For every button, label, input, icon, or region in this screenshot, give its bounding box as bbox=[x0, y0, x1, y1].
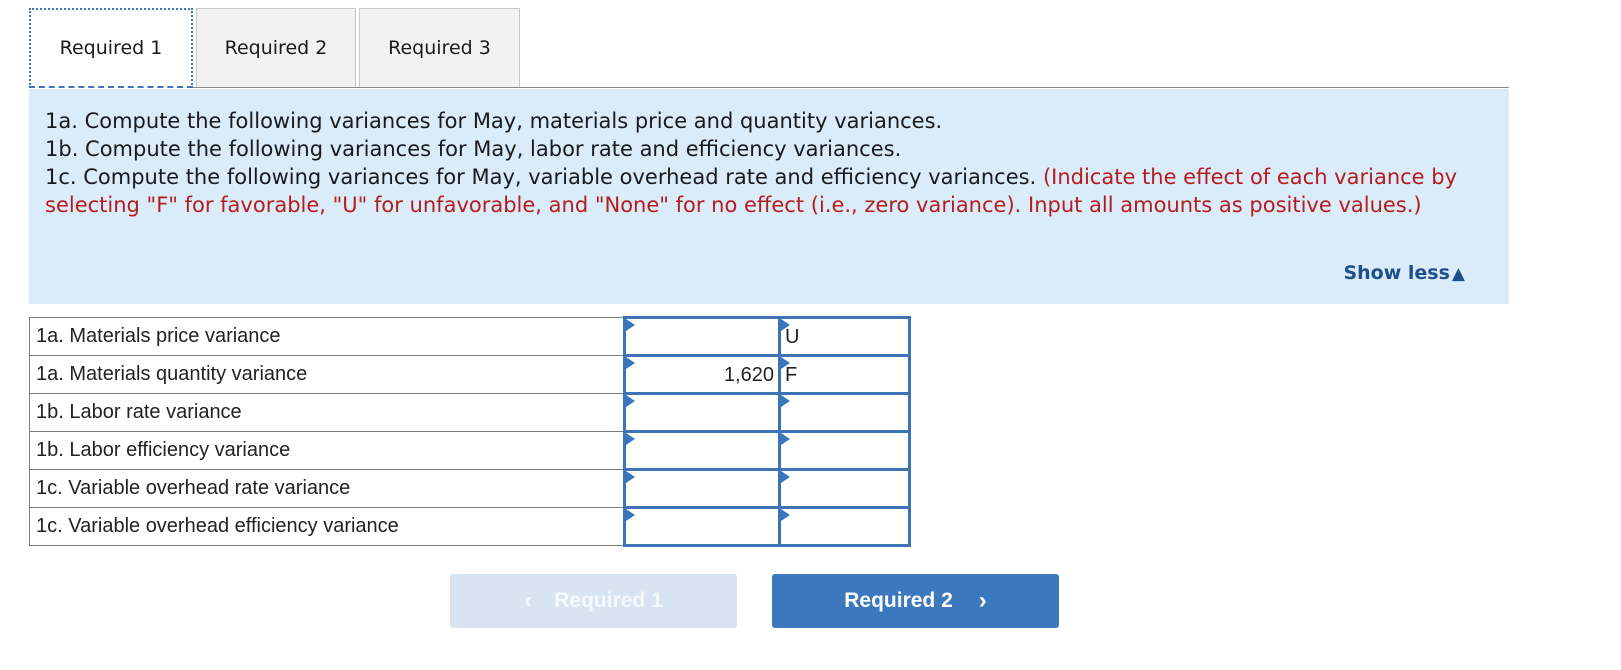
input-flag-icon bbox=[781, 471, 790, 483]
prev-button-label: Required 1 bbox=[554, 589, 663, 612]
amount-input[interactable] bbox=[626, 319, 778, 354]
input-flag-icon bbox=[626, 357, 635, 369]
table-row: 1c. Variable overhead efficiency varianc… bbox=[29, 506, 911, 547]
input-flag-icon bbox=[626, 433, 635, 445]
effect-cell bbox=[778, 316, 911, 357]
effect-select[interactable] bbox=[781, 509, 908, 544]
tab-required-1[interactable]: Required 1 bbox=[29, 8, 193, 88]
triangle-up-icon: ▲ bbox=[1451, 264, 1465, 284]
prev-required-button[interactable]: ‹ Required 1 bbox=[450, 574, 737, 628]
table-row: 1b. Labor efficiency variance bbox=[29, 430, 911, 471]
effect-select[interactable] bbox=[781, 319, 908, 354]
instruction-1a: 1a. Compute the following variances for … bbox=[45, 109, 943, 133]
amount-input[interactable] bbox=[626, 395, 778, 430]
row-label: 1a. Materials price variance bbox=[29, 317, 625, 356]
table-row: 1a. Materials quantity variance bbox=[29, 354, 911, 395]
amount-input[interactable] bbox=[626, 357, 778, 392]
amount-cell bbox=[623, 468, 781, 509]
chevron-left-icon: ‹ bbox=[524, 587, 533, 614]
row-label: 1b. Labor rate variance bbox=[29, 393, 625, 432]
next-required-button[interactable]: Required 2 › bbox=[772, 574, 1059, 628]
tab-divider bbox=[193, 87, 1509, 88]
effect-select[interactable] bbox=[781, 357, 908, 392]
input-flag-icon bbox=[781, 433, 790, 445]
amount-cell bbox=[623, 430, 781, 471]
tab-required-3[interactable]: Required 3 bbox=[359, 8, 520, 88]
input-flag-icon bbox=[626, 509, 635, 521]
effect-cell bbox=[778, 506, 911, 547]
input-flag-icon bbox=[781, 395, 790, 407]
table-row: 1c. Variable overhead rate variance bbox=[29, 468, 911, 509]
row-label: 1b. Labor efficiency variance bbox=[29, 431, 625, 470]
variance-answer-table: 1a. Materials price variance 1a. Materia… bbox=[29, 316, 911, 547]
amount-cell bbox=[623, 354, 781, 395]
input-flag-icon bbox=[626, 471, 635, 483]
amount-input[interactable] bbox=[626, 509, 778, 544]
input-flag-icon bbox=[626, 395, 635, 407]
chevron-right-icon: › bbox=[978, 587, 987, 614]
table-row: 1a. Materials price variance bbox=[29, 316, 911, 357]
effect-cell bbox=[778, 468, 911, 509]
input-flag-icon bbox=[781, 357, 790, 369]
instruction-1c-text: 1c. Compute the following variances for … bbox=[45, 165, 1037, 189]
instructions-panel: 1a. Compute the following variances for … bbox=[29, 89, 1509, 304]
input-flag-icon bbox=[781, 319, 790, 331]
row-label: 1c. Variable overhead rate variance bbox=[29, 469, 625, 508]
effect-select[interactable] bbox=[781, 471, 908, 506]
amount-cell bbox=[623, 316, 781, 357]
tab-required-2[interactable]: Required 2 bbox=[196, 8, 356, 88]
instruction-1b: 1b. Compute the following variances for … bbox=[45, 137, 902, 161]
input-flag-icon bbox=[781, 509, 790, 521]
row-label: 1a. Materials quantity variance bbox=[29, 355, 625, 394]
next-button-label: Required 2 bbox=[844, 589, 953, 612]
effect-cell bbox=[778, 430, 911, 471]
amount-input[interactable] bbox=[626, 433, 778, 468]
instruction-1c: 1c. Compute the following variances for … bbox=[45, 163, 1493, 219]
input-flag-icon bbox=[626, 319, 635, 331]
row-label: 1c. Variable overhead efficiency varianc… bbox=[29, 507, 625, 546]
effect-select[interactable] bbox=[781, 433, 908, 468]
amount-input[interactable] bbox=[626, 471, 778, 506]
show-less-label: Show less bbox=[1343, 262, 1450, 284]
amount-cell bbox=[623, 392, 781, 433]
amount-cell bbox=[623, 506, 781, 547]
effect-cell bbox=[778, 392, 911, 433]
tab-bar: Required 1 Required 2 Required 3 bbox=[29, 8, 520, 88]
show-less-link[interactable]: Show less ▲ bbox=[1343, 259, 1465, 288]
effect-cell bbox=[778, 354, 911, 395]
table-row: 1b. Labor rate variance bbox=[29, 392, 911, 433]
effect-select[interactable] bbox=[781, 395, 908, 430]
